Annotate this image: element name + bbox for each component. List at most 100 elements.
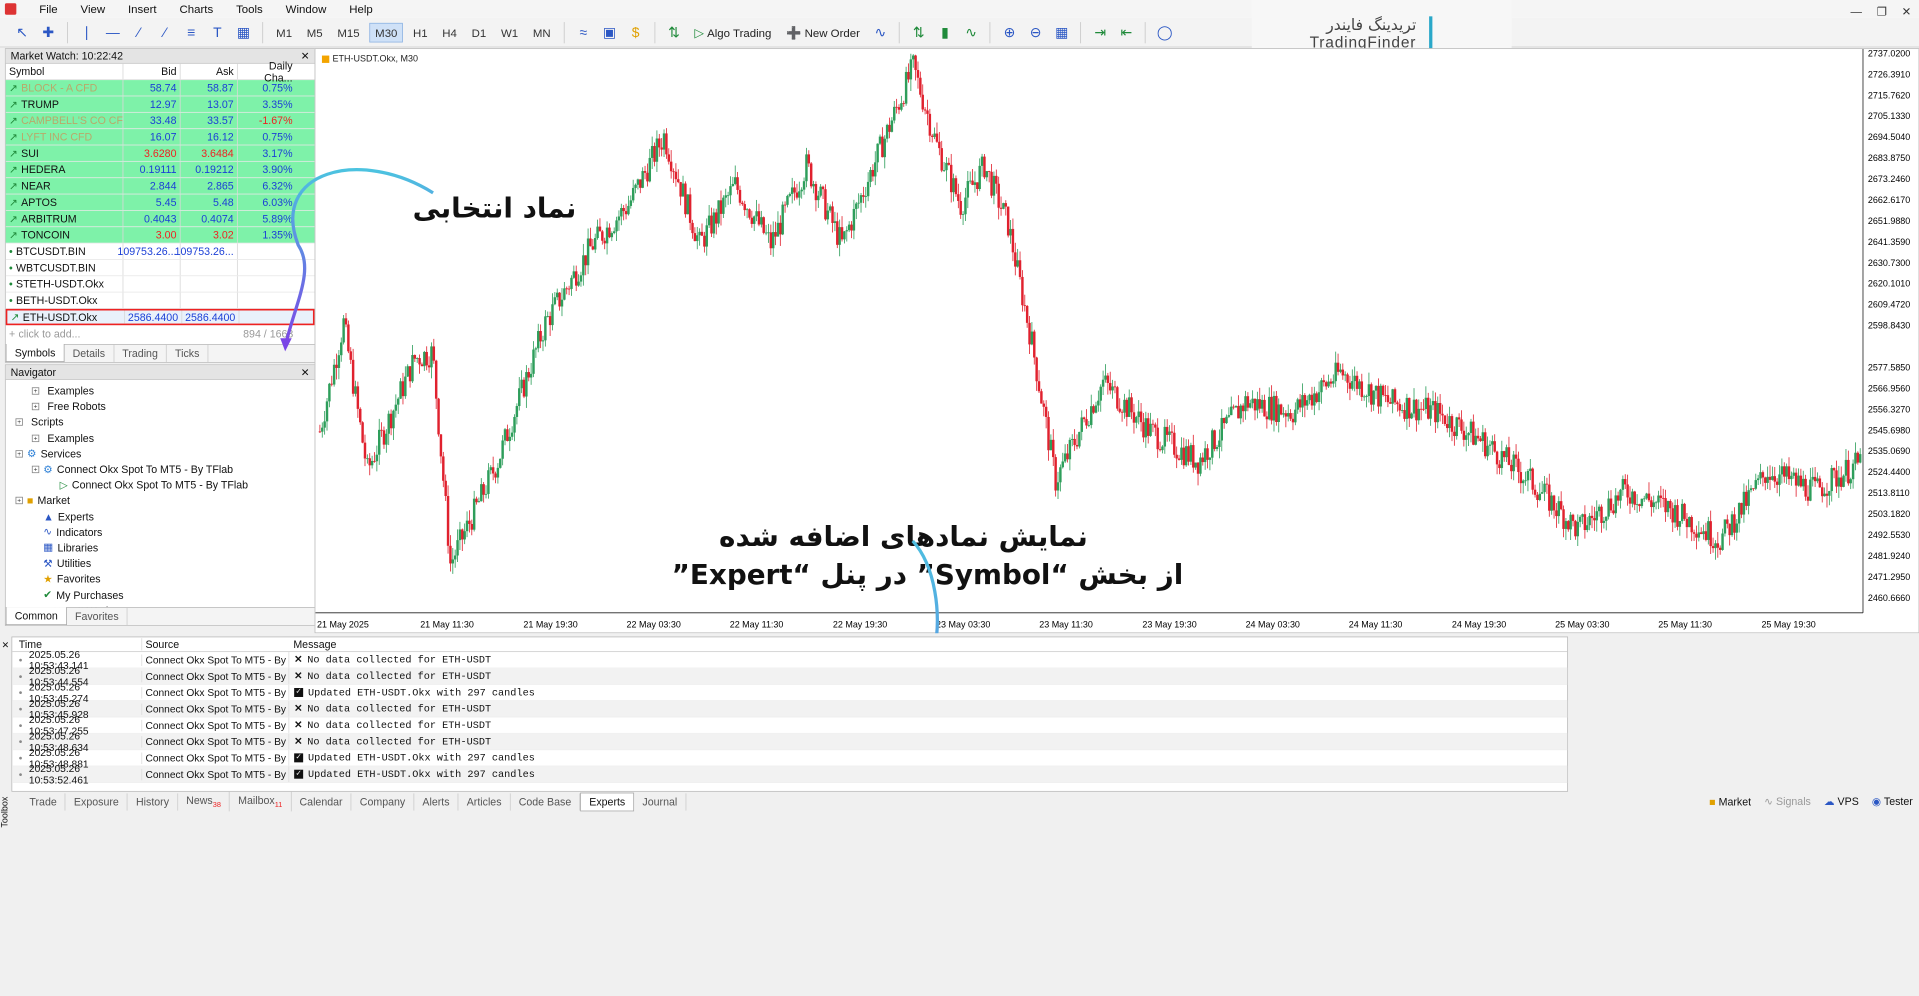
timeframe-m5[interactable]: M5 bbox=[302, 23, 328, 41]
tab-favorites[interactable]: Favorites bbox=[67, 607, 128, 626]
col-message[interactable]: Message bbox=[288, 638, 336, 650]
tab-ticks[interactable]: Ticks bbox=[167, 344, 209, 362]
chart-window[interactable]: ETH-USDT.Okx, M30 2737.0200 2726.3910 2715… bbox=[314, 48, 1919, 634]
fibonacci-icon[interactable]: ≡ bbox=[181, 22, 202, 43]
indicators-icon[interactable]: ∿ bbox=[870, 22, 891, 43]
candlestick-icon[interactable]: ▮ bbox=[934, 22, 955, 43]
toolbox-tab-exposure[interactable]: Exposure bbox=[66, 792, 128, 811]
expand-icon[interactable]: + bbox=[15, 497, 23, 505]
vps-status[interactable]: ☁ VPS bbox=[1824, 795, 1859, 808]
tab-trading[interactable]: Trading bbox=[114, 344, 167, 362]
navigator-item[interactable]: + Scripts bbox=[6, 415, 315, 431]
expand-icon[interactable]: + bbox=[15, 450, 23, 458]
shapes-icon[interactable]: ▦ bbox=[233, 22, 254, 43]
expand-icon[interactable]: + bbox=[31, 434, 40, 442]
navigator-item[interactable]: + Examples bbox=[6, 430, 315, 446]
log-row[interactable]: • 2025.05.26 10:53:47.255 Connect Okx Spot… bbox=[12, 714, 1568, 737]
signals-status[interactable]: ∿ Signals bbox=[1764, 795, 1811, 808]
market-watch-row[interactable]: • BTCUSDT.BIN 109753.26... 109753.26... bbox=[5, 243, 315, 260]
toolbox-tab-journal[interactable]: Journal bbox=[634, 792, 687, 811]
toolbox-tab-calendar[interactable]: Calendar bbox=[291, 792, 352, 811]
strategy-tester-icon[interactable]: ⇅ bbox=[663, 22, 684, 43]
tab-common[interactable]: Common bbox=[5, 607, 67, 626]
crosshair-icon[interactable]: ✚ bbox=[38, 22, 59, 43]
menu-file[interactable]: File bbox=[39, 2, 57, 15]
menu-help[interactable]: Help bbox=[349, 2, 373, 15]
navigator-item[interactable]: ▲ Experts bbox=[6, 509, 315, 525]
tile-windows-icon[interactable]: ▦ bbox=[1051, 22, 1072, 43]
toolbox-tab-alerts[interactable]: Alerts bbox=[414, 792, 459, 811]
toolbox-tab-experts[interactable]: Experts bbox=[580, 792, 635, 811]
market-watch-row[interactable]: ↗ NEAR 2.844 2.865 6.32% bbox=[5, 178, 315, 195]
log-row[interactable]: • 2025.05.26 10:53:44.554 Connect Okx Spot… bbox=[12, 665, 1568, 688]
restore-icon[interactable]: ❐ bbox=[1877, 5, 1887, 19]
close-icon[interactable]: ✕ bbox=[301, 49, 310, 62]
new-order-button[interactable]: ➕ New Order bbox=[781, 22, 865, 42]
coin-icon[interactable]: $ bbox=[625, 22, 646, 43]
tab-symbols[interactable]: Symbols bbox=[5, 343, 65, 362]
menu-window[interactable]: Window bbox=[286, 2, 327, 15]
log-row[interactable]: • 2025.05.26 10:53:45.928 Connect Okx Spot… bbox=[12, 697, 1568, 720]
log-row[interactable]: • 2025.05.26 10:53:52.461 Connect Okx Spot… bbox=[12, 763, 1568, 786]
toolbox-tab-trade[interactable]: Trade bbox=[21, 792, 66, 811]
log-row[interactable]: • 2025.05.26 10:53:48.634 Connect Okx Spot… bbox=[12, 730, 1568, 753]
market-watch-row[interactable]: ↗ BLOCK - A CFD 58.74 58.87 0.75% bbox=[5, 80, 315, 97]
market-watch-row[interactable]: • BETH-USDT.Okx bbox=[5, 292, 315, 309]
col-symbol[interactable]: Symbol bbox=[6, 65, 123, 77]
timeframe-w1[interactable]: W1 bbox=[496, 23, 523, 41]
navigator-item[interactable]: + Free Robots bbox=[6, 399, 315, 415]
line-chart-icon[interactable]: ∿ bbox=[960, 22, 981, 43]
toolbox-tab-mailbox[interactable]: Mailbox11 bbox=[230, 791, 292, 812]
market-watch-row[interactable]: ↗ LYFT INC CFD 16.07 16.12 0.75% bbox=[5, 129, 315, 146]
log-row[interactable]: • 2025.05.26 10:53:45.274 Connect Okx Spot… bbox=[12, 681, 1568, 704]
expand-icon[interactable]: + bbox=[31, 465, 40, 474]
market-watch-row[interactable]: ↗ ETH-USDT.Okx 2586.4400 2586.4400 bbox=[5, 308, 315, 326]
timeframe-m30[interactable]: M30 bbox=[369, 22, 404, 43]
navigator-item[interactable]: + ■ Market bbox=[6, 493, 315, 509]
market-watch-row[interactable]: • STETH-USDT.Okx bbox=[5, 276, 315, 293]
close-icon[interactable]: ✕ bbox=[301, 366, 310, 379]
vertical-line-icon[interactable]: ∣ bbox=[76, 22, 97, 43]
expand-icon[interactable]: + bbox=[31, 387, 40, 395]
market-watch-row[interactable]: ↗ ARBITRUM 0.4043 0.4074 5.89% bbox=[5, 210, 315, 228]
menu-charts[interactable]: Charts bbox=[179, 2, 213, 15]
toolbox-tab-news[interactable]: News38 bbox=[178, 791, 230, 812]
timeframe-d1[interactable]: D1 bbox=[467, 23, 491, 41]
navigator-item[interactable]: ★ Favorites bbox=[6, 571, 315, 587]
col-daily-change[interactable]: Daily Cha... bbox=[236, 59, 296, 84]
navigator-item[interactable]: ∿ Indicators bbox=[6, 524, 315, 540]
timeframe-h1[interactable]: H1 bbox=[408, 23, 432, 41]
col-source[interactable]: Source bbox=[141, 638, 288, 651]
expand-icon[interactable]: + bbox=[15, 418, 23, 427]
text-tool-icon[interactable]: T bbox=[207, 22, 228, 43]
close-icon[interactable]: ✕ bbox=[2, 640, 10, 651]
navigator-item[interactable]: + ⚙ Connect Okx Spot To MT5 - By TFlab bbox=[6, 462, 315, 478]
cursor-icon[interactable]: ↖ bbox=[11, 22, 32, 43]
market-watch-row[interactable]: ↗ CAMPBELL'S CO CFD 33.48 33.57 -1.67% bbox=[5, 112, 315, 130]
col-ask[interactable]: Ask bbox=[179, 63, 237, 80]
toolbox-tab-company[interactable]: Company bbox=[352, 792, 415, 811]
navigator-item[interactable]: ▦ Libraries bbox=[6, 540, 315, 556]
zoom-out-icon[interactable]: ⊖ bbox=[1025, 22, 1046, 43]
timeframe-m1[interactable]: M1 bbox=[271, 23, 297, 41]
navigator-item[interactable]: ▷ Connect Okx Spot To MT5 - By TFlab bbox=[6, 477, 315, 493]
timeframe-mn[interactable]: MN bbox=[528, 23, 556, 41]
navigator-item[interactable]: + Examples bbox=[6, 383, 315, 399]
auto-scroll-icon[interactable]: ⇥ bbox=[1090, 22, 1111, 43]
bar-chart-icon[interactable]: ⇅ bbox=[908, 22, 929, 43]
expand-icon[interactable]: + bbox=[31, 403, 40, 411]
zoom-in-icon[interactable]: ⊕ bbox=[999, 22, 1020, 43]
templates-icon[interactable]: ▣ bbox=[599, 22, 620, 43]
timeframe-h4[interactable]: H4 bbox=[437, 23, 461, 41]
market-watch-row[interactable]: • WBTCUSDT.BIN bbox=[5, 259, 315, 277]
menu-view[interactable]: View bbox=[81, 2, 106, 15]
toolbox-tab-history[interactable]: History bbox=[128, 792, 179, 811]
toolbox-tab-articles[interactable]: Articles bbox=[459, 792, 511, 811]
toolbox-tab-code-base[interactable]: Code Base bbox=[511, 792, 581, 811]
market-watch-row[interactable]: ↗ TONCOIN 3.00 3.02 1.35% bbox=[5, 227, 315, 244]
col-bid[interactable]: Bid bbox=[122, 63, 180, 80]
horizontal-line-icon[interactable]: — bbox=[102, 22, 123, 43]
log-row[interactable]: • 2025.05.26 10:53:48.881 Connect Okx Spot… bbox=[12, 746, 1568, 769]
market-watch-row[interactable]: ↗ TRUMP 12.97 13.07 3.35% bbox=[5, 96, 315, 113]
market-watch-row[interactable]: ↗ APTOS 5.45 5.48 6.03% bbox=[5, 194, 315, 211]
